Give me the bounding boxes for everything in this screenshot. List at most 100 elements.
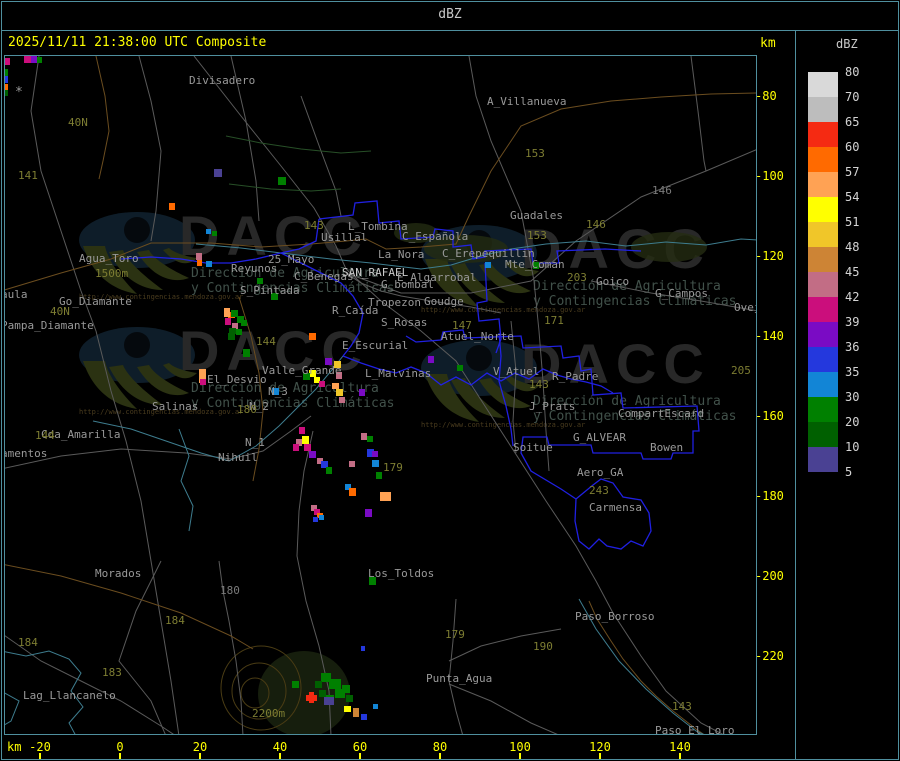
bottom-axis-tick-label: km [7,740,22,754]
town-label: C_Española [402,230,469,243]
town-label: Valle_Grande [262,364,342,377]
radar-echo-pixel [225,318,231,325]
town-label: aula [5,288,28,301]
radar-echo-pixel [37,57,42,63]
town-label: Pampa_Diamante [4,319,94,332]
radar-echo-pixel [200,379,206,385]
radar-echo-pixel [309,451,316,458]
town-label: Soitue [513,441,553,454]
radar-echo-pixel [485,262,491,268]
town-label: S_Pintada [240,284,300,297]
town-label: Paso_El_Loro [655,724,735,735]
radar-echo-pixel [349,461,355,467]
radar-echo-pixel [224,308,230,317]
bottom-axis-tick-label: 60 [352,740,368,754]
km-axis-unit-label: km [760,36,776,51]
route-label: 180 [237,403,257,416]
bottom-axis-tick-label: 140 [669,740,691,754]
legend-value-label: 35 [845,365,860,379]
legend-value-label: 30 [845,390,860,404]
town-label: Goudge [424,295,464,308]
route-label: 183 [102,666,122,679]
route-label: 144 [35,429,55,442]
route-label: 143 [672,700,692,713]
route-label: 205 [731,364,751,377]
radar-map[interactable]: DACC Dirección de Agricultura y Contingenc… [4,55,757,735]
route-label: 147 [452,319,472,332]
route-label: 153 [527,229,547,242]
radar-echo-pixel [5,58,10,65]
route-label: 190 [533,640,553,653]
radar-echo-pixel [206,261,212,267]
radar-app-window: dBZ 2025/11/11 21:38:00 UTC Composite km… [0,0,900,761]
radar-echo-pixel [380,492,391,501]
radar-echo-pixel [243,349,250,357]
dacc-watermark-url: http://www.contingencias.mendoza.gov.ar [421,421,586,429]
route-label: 141 [18,169,38,182]
radar-echo-pixel [359,389,365,396]
legend-value-label: 39 [845,315,860,329]
legend-value-label: 36 [845,340,860,354]
radar-echo-pixel [5,90,8,96]
radar-echo-pixel [302,436,309,444]
right-axis-tick-label: -200 [755,569,784,583]
legend-value-label: 65 [845,115,860,129]
town-label: Go_Diamante [59,295,132,308]
radar-echo-pixel [361,714,367,720]
town-label: S_Rosas [381,316,428,329]
legend-color-box [808,347,838,372]
town-label: Goico [596,275,630,288]
town-label: C_Erepequillin [442,247,535,260]
legend-value-label: 80 [845,65,860,79]
radar-echo-pixel [293,444,299,451]
legend-value-label: 60 [845,140,860,154]
town-label: G_ALVEAR [573,431,626,444]
radar-echo-pixel [24,56,31,63]
dacc-watermark: DACC Dirección de Agricultura y Contingenc… [421,219,756,319]
radar-echo-pixel [329,679,341,689]
town-label: Carmensa [589,501,642,514]
legend-color-box [808,322,838,347]
radar-echo-pixel [278,177,286,185]
town-label: Aero_GA [577,466,624,479]
route-label: 40N [68,116,88,129]
town-label: G_bombal [381,278,434,291]
route-label: 144 [256,335,276,348]
route-label: 2200m [252,707,286,720]
town-label: A_Villanueva [487,95,567,108]
legend-color-box [808,447,838,472]
radar-echo-pixel [292,681,299,688]
legend-color-box [808,97,838,122]
route-label: 184 [165,614,185,627]
radar-echo-pixel [319,690,326,697]
bottom-axis-tick-label: 20 [192,740,208,754]
route-label: 1500m [95,267,129,280]
radar-echo-pixel [313,517,318,522]
right-axis-tick-label: -220 [755,649,784,663]
bottom-axis-tick-label: 100 [509,740,531,754]
radar-echo-pixel [196,253,202,260]
route-label: 153 [525,147,545,160]
legend-value-label: 5 [845,465,853,479]
route-label: 143 [529,378,549,391]
legend-value-label: 10 [845,440,860,454]
town-label: Reyunos [231,262,278,275]
radar-echo-pixel [324,697,334,705]
radar-echo-pixel [376,472,382,479]
town-label: L_Tombina [348,220,408,233]
town-label: Lag_Llancanelo [23,689,116,702]
legend-color-box [808,397,838,422]
route-label: 203 [567,271,587,284]
town-label: L_Malvinas [365,367,432,380]
route-label: 143 [304,219,324,232]
legend-color-box [808,272,838,297]
radar-echo-pixel [361,646,365,651]
town-label: Guadales [510,209,563,222]
town-label: Agua_Toro [79,252,139,265]
legend-value-label: 57 [845,165,860,179]
town-label: Divisadero [189,74,256,87]
radar-echo-pixel [309,692,314,703]
town-label: Punta_Agua [426,672,493,685]
legend-value-label: 51 [845,215,860,229]
right-axis-tick-label: -180 [755,489,784,503]
